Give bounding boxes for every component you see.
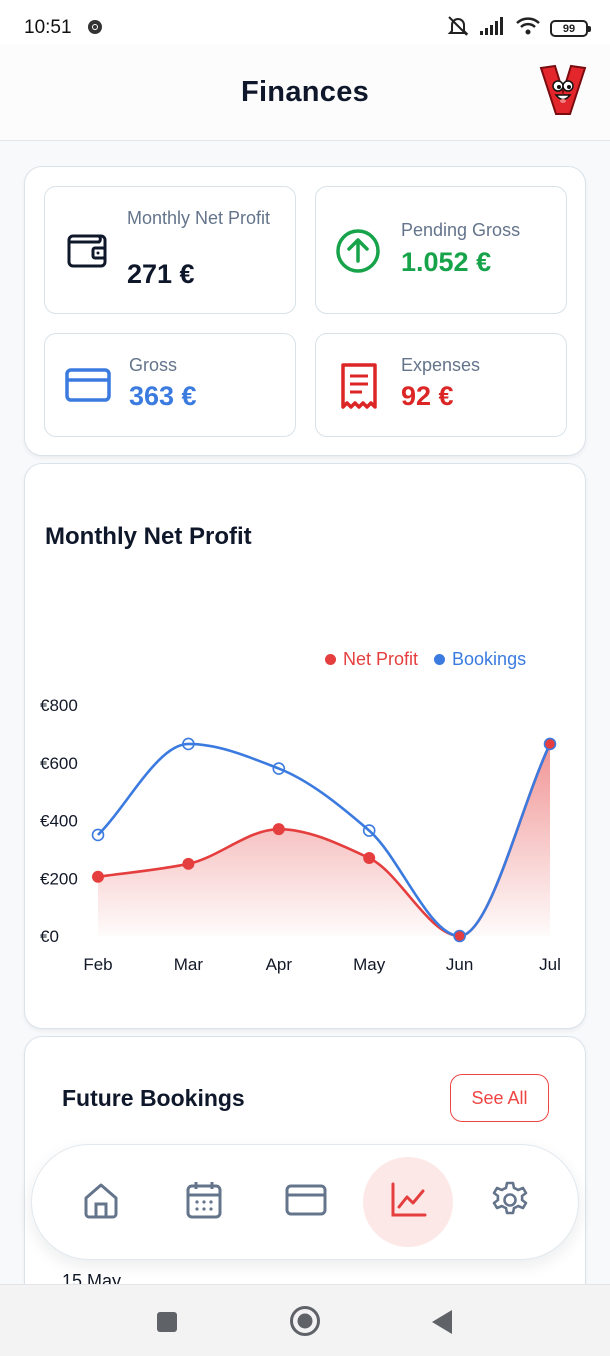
stat-monthly-net-profit[interactable]: Monthly Net Profit 271 € (44, 186, 296, 314)
nav-home[interactable] (56, 1157, 146, 1247)
series-area-net-profit (98, 743, 550, 936)
home-circle-icon[interactable] (289, 1305, 321, 1342)
stat-expenses[interactable]: Expenses 92 € (315, 333, 567, 437)
x-tick-label: Feb (83, 955, 112, 974)
nav-finances[interactable] (363, 1157, 453, 1247)
data-point-net-profit (272, 823, 285, 836)
battery-level: 99 (562, 22, 576, 35)
stat-value: 363 € (129, 381, 197, 411)
x-tick-label: Apr (266, 955, 293, 974)
app-logo-icon[interactable] (538, 62, 588, 125)
calendar-icon (184, 1179, 224, 1226)
bookings-title: Future Bookings (62, 1085, 245, 1111)
y-tick-label: €0 (40, 927, 59, 946)
x-tick-label: May (353, 955, 386, 974)
wifi-icon (516, 17, 540, 40)
data-point-net-profit (363, 852, 376, 865)
receipt-icon (340, 362, 378, 415)
stat-label: Pending Gross (401, 220, 521, 240)
stats-card: Monthly Net Profit 271 € Pending Gross 1… (24, 166, 586, 456)
settings-gear-icon (490, 1180, 530, 1225)
x-tick-label: Jul (539, 955, 561, 974)
home-icon (81, 1180, 121, 1225)
line-chart: €0 €200 €400 €600 €800 Feb Mar Apr May Jun Jul (40, 696, 561, 974)
x-tick-label: Jun (446, 955, 473, 974)
nav-payments[interactable] (261, 1157, 351, 1247)
nav-settings[interactable] (465, 1157, 555, 1247)
recents-square-icon[interactable] (156, 1311, 178, 1338)
back-triangle-icon[interactable] (430, 1309, 454, 1340)
page-title: Finances (240, 76, 370, 108)
data-point-net-profit (182, 857, 195, 870)
wallet-icon (67, 230, 109, 275)
data-point-net-profit (92, 870, 104, 883)
chrome-icon (87, 19, 103, 40)
stat-gross[interactable]: Gross 363 € (44, 333, 296, 437)
stat-value: 271 € (127, 259, 195, 289)
status-time: 10:51 (24, 17, 72, 38)
status-bar: 10:51 99 (0, 0, 610, 44)
bottom-navigation (31, 1144, 579, 1260)
credit-card-icon (65, 366, 111, 409)
battery-icon: 99 (550, 20, 591, 37)
signal-icon (480, 17, 506, 40)
y-tick-label: €400 (40, 812, 78, 831)
stat-label: Monthly Net Profit (127, 208, 271, 228)
app-header: Finances (0, 44, 610, 141)
arrow-up-circle-icon (334, 227, 382, 280)
chart-line-icon (388, 1180, 428, 1225)
stat-pending-gross[interactable]: Pending Gross 1.052 € (315, 186, 567, 314)
stat-value: 1.052 € (401, 247, 492, 277)
credit-card-icon (285, 1183, 327, 1222)
y-tick-label: €200 (40, 869, 78, 888)
stat-label: Expenses (401, 355, 481, 375)
y-tick-label: €600 (40, 754, 78, 773)
nav-calendar[interactable] (159, 1157, 249, 1247)
system-navigation-bar (0, 1284, 610, 1356)
monthly-net-profit-chart-card: Monthly Net Profit Net Profit Bookings €… (24, 463, 586, 1029)
stat-label: Gross (129, 355, 178, 375)
stat-value: 92 € (401, 381, 454, 411)
see-all-button[interactable]: See All (450, 1074, 549, 1122)
x-tick-label: Mar (174, 955, 204, 974)
y-tick-label: €800 (40, 696, 78, 715)
mute-icon (446, 15, 470, 42)
